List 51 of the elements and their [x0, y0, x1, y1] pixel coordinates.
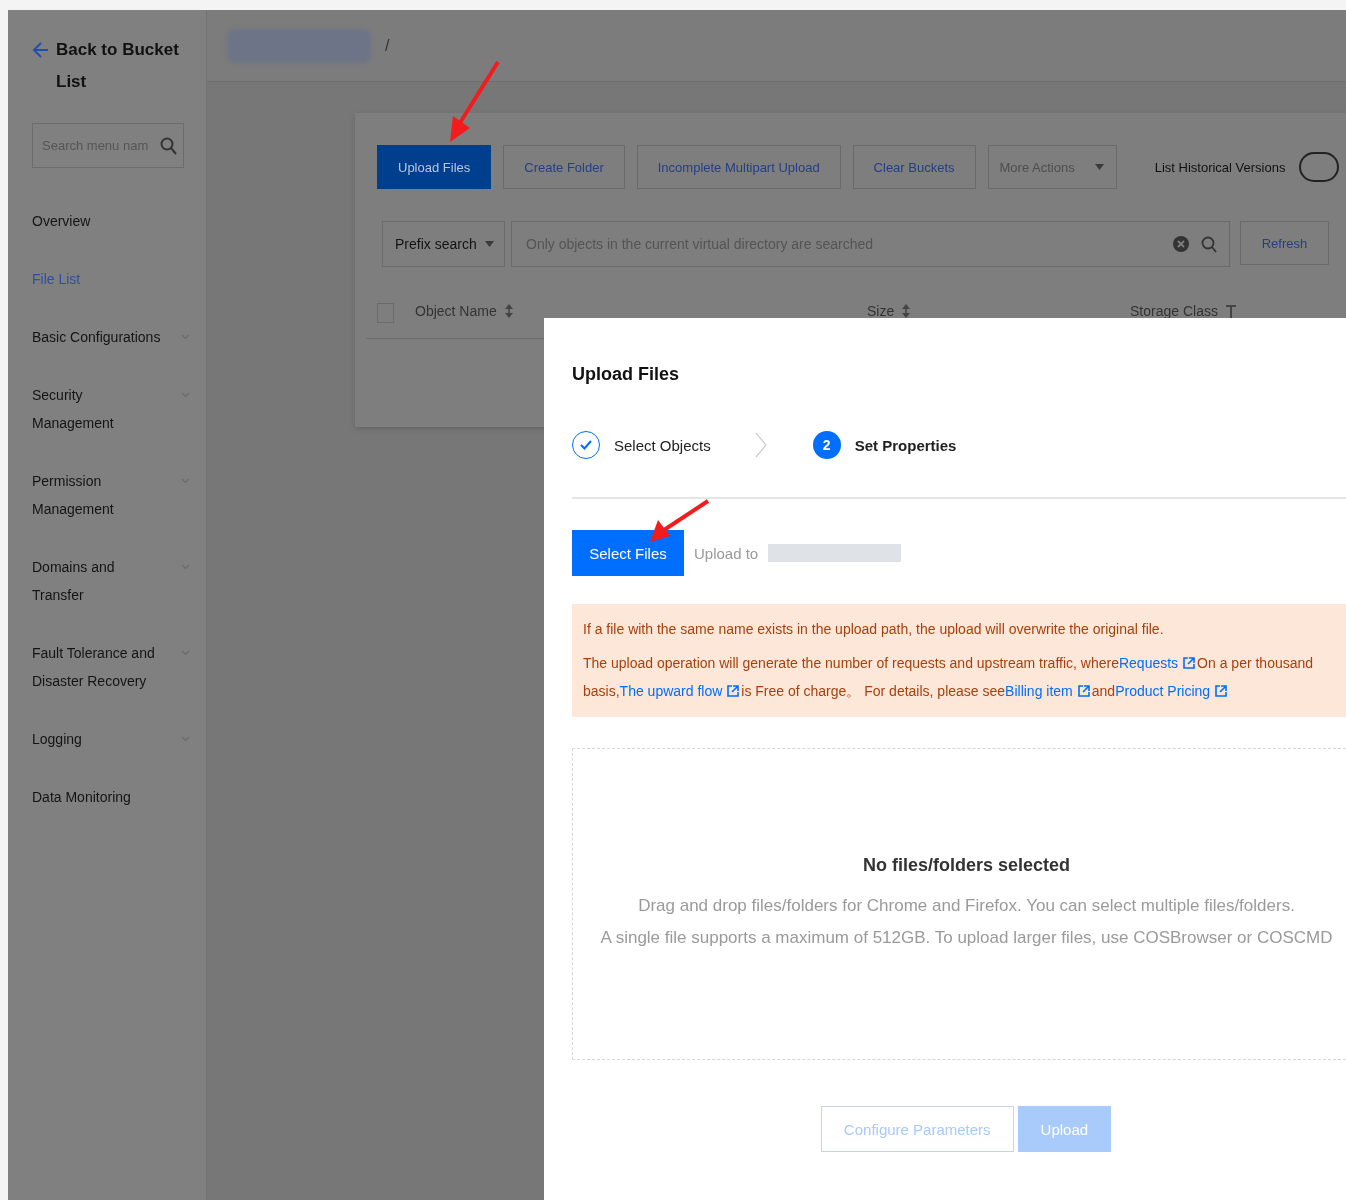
- refresh-button[interactable]: Refresh: [1240, 221, 1329, 265]
- column-header[interactable]: Storage Class: [1130, 303, 1218, 319]
- clear-icon[interactable]: [1173, 236, 1189, 252]
- external-link-icon: [1077, 685, 1090, 697]
- select-files-button[interactable]: Select Files: [572, 530, 684, 576]
- sidebar-item[interactable]: Fault Tolerance and Disaster Recovery: [32, 624, 206, 710]
- notice-link[interactable]: The upward flow: [619, 683, 742, 699]
- drop-zone-title: No files/folders selected: [862, 854, 1071, 876]
- sidebar-item[interactable]: Basic Configurations: [32, 308, 206, 366]
- sort-icon[interactable]: [902, 304, 911, 318]
- back-link[interactable]: Back to Bucket List: [56, 34, 186, 98]
- search-mode-dropdown[interactable]: Prefix search: [382, 221, 505, 267]
- sidebar-item[interactable]: Domains and Transfer: [32, 538, 206, 624]
- sidebar-item[interactable]: Permission Management: [32, 452, 206, 538]
- toggle-label: List Historical Versions: [1154, 159, 1286, 175]
- sidebar-item[interactable]: Security Management: [32, 366, 206, 452]
- step-label: Select Objects: [614, 436, 711, 454]
- notice-link[interactable]: Requests: [1118, 655, 1198, 671]
- column-header[interactable]: Object Name: [415, 303, 497, 319]
- search-icon: [160, 136, 177, 155]
- column-header[interactable]: Size: [867, 303, 895, 319]
- toolbar-button[interactable]: Incomplete Multipart Upload: [636, 145, 841, 189]
- breadcrumb-separator: /: [385, 36, 390, 55]
- notice-link[interactable]: Billing item: [1005, 683, 1092, 699]
- toggle-switch[interactable]: [1299, 152, 1340, 182]
- notice-text: If a file with the same name exists in the upload path, the upload will overwrite the original file.: [583, 620, 1165, 639]
- filter-icon[interactable]: [1225, 304, 1236, 318]
- toolbar-button[interactable]: Clear Buckets: [852, 145, 976, 189]
- dialog-title: Upload Files: [572, 364, 680, 385]
- drop-zone-hint: Drag and drop files/folders for Chrome and Firefox. You can select multiple files/folders.: [638, 894, 1295, 917]
- caret-down-icon: [485, 241, 494, 247]
- sidebar-item[interactable]: Overview: [32, 192, 206, 250]
- back-arrow-icon: [32, 41, 50, 59]
- drop-zone-hint: A single file supports a maximum of 512GB. To upload larger files, use COSBrowser or COSCMD: [600, 926, 1333, 949]
- upload-to-label: Upload to: [694, 544, 759, 562]
- sidebar-item[interactable]: Logging: [32, 710, 206, 768]
- step-number: 2: [812, 431, 841, 459]
- toolbar-button[interactable]: Create Folder: [503, 145, 625, 189]
- sidebar-item[interactable]: Data Monitoring: [32, 768, 206, 826]
- sort-icon[interactable]: [504, 304, 513, 318]
- step-label: Set Properties: [854, 436, 957, 454]
- search-icon[interactable]: [1201, 235, 1217, 253]
- caret-down-icon: [1094, 164, 1104, 170]
- drop-zone[interactable]: [572, 748, 1346, 1060]
- notice-text: The upload operation will generate the number of requests and upstream traffic, whereRequests On a per thousand basis,The upward flow is Free of charge。 For details, please seeBilling item andProduct Pricing: [583, 654, 1315, 701]
- upload-files-button[interactable]: Upload Files: [377, 145, 492, 189]
- external-link-icon: [727, 685, 740, 697]
- external-link-icon: [1183, 657, 1196, 669]
- external-link-icon: [1215, 685, 1228, 697]
- notice-link[interactable]: Product Pricing: [1115, 683, 1230, 699]
- chevron-right-icon: [754, 432, 767, 458]
